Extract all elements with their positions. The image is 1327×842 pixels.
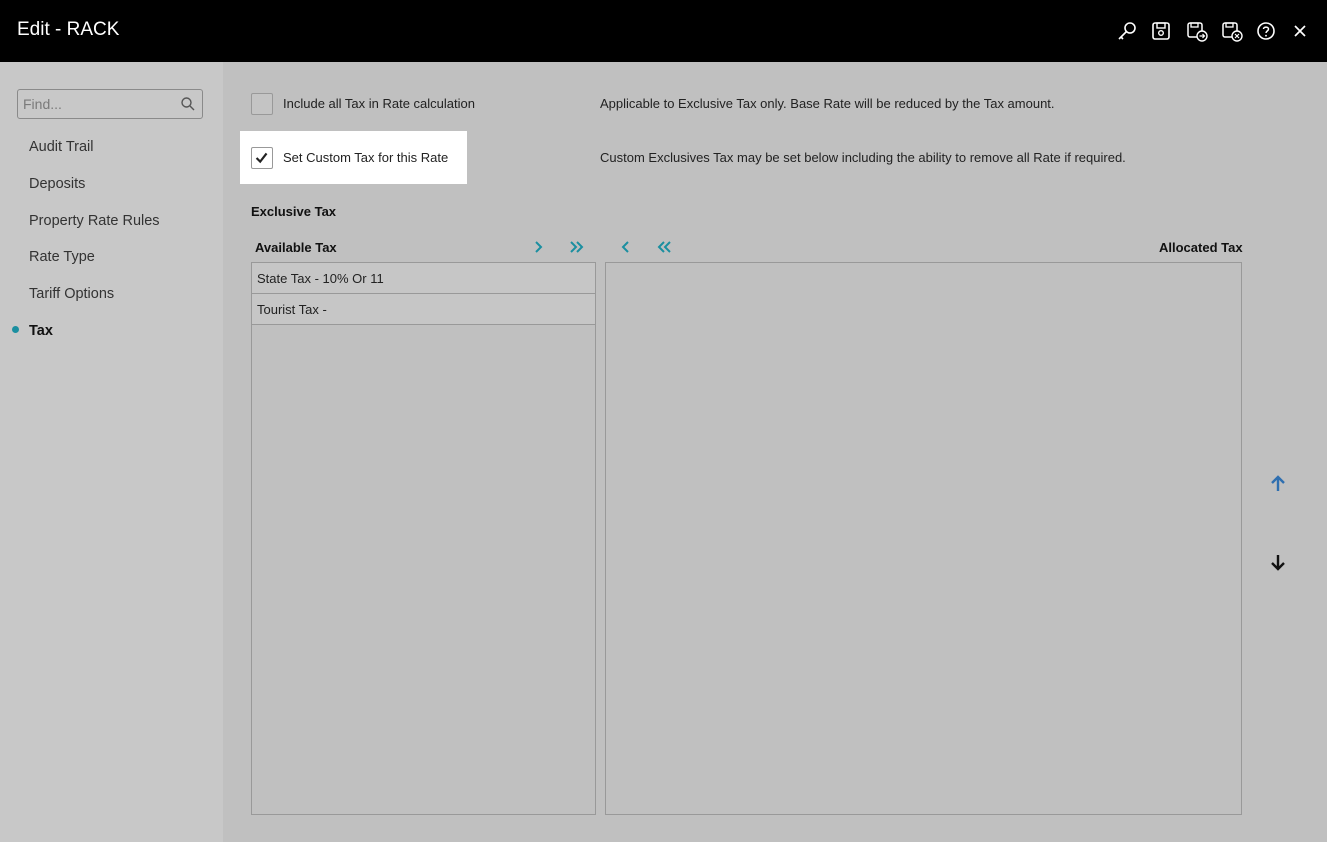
move-down-icon[interactable] [1267,551,1289,573]
move-all-left-icon[interactable] [655,238,673,256]
move-left-icon[interactable] [617,238,635,256]
search-box [17,89,203,119]
list-item[interactable]: Tourist Tax - [252,294,595,325]
exclusive-tax-title: Exclusive Tax [251,204,337,219]
move-right-icon[interactable] [529,238,547,256]
sidebar-item-property-rate-rules[interactable]: Property Rate Rules [29,213,160,229]
available-tax-list[interactable]: State Tax - 10% Or 11 Tourist Tax - [251,262,596,815]
active-indicator-dot [12,326,19,333]
sidebar-item-tariff-options[interactable]: Tariff Options [29,286,114,302]
include-tax-checkbox[interactable] [251,93,273,115]
include-tax-label: Include all Tax in Rate calculation [283,96,475,111]
main-panel: Include all Tax in Rate calculation Appl… [223,62,1327,842]
available-tax-header: Available Tax [255,240,337,255]
include-tax-hint: Applicable to Exclusive Tax only. Base R… [600,96,1055,111]
custom-tax-checkbox[interactable] [251,147,273,169]
sidebar-item-audit-trail[interactable]: Audit Trail [29,139,93,155]
allocated-tax-header: Allocated Tax [1159,240,1243,255]
help-icon[interactable] [1255,20,1277,42]
move-all-right-icon[interactable] [568,238,586,256]
sidebar-item-deposits[interactable]: Deposits [29,176,85,192]
key-icon[interactable] [1116,20,1138,42]
title-bar: Edit - RACK [0,0,1327,62]
search-input[interactable] [23,94,173,114]
search-icon[interactable] [180,96,196,112]
custom-tax-label: Set Custom Tax for this Rate [283,150,449,165]
allocated-tax-list[interactable] [605,262,1242,815]
sidebar: Audit Trail Deposits Property Rate Rules… [0,62,223,842]
save-icon[interactable] [1150,20,1172,42]
close-icon[interactable] [1289,20,1311,42]
save-and-close-icon[interactable] [1221,20,1243,42]
checkmark-icon [255,152,268,164]
save-and-next-icon[interactable] [1186,20,1208,42]
move-up-icon[interactable] [1267,473,1289,495]
custom-tax-hint: Custom Exclusives Tax may be set below i… [600,150,1126,165]
sidebar-item-tax[interactable]: Tax [29,323,53,339]
list-item[interactable]: State Tax - 10% Or 11 [252,263,595,294]
sidebar-item-rate-type[interactable]: Rate Type [29,249,95,265]
window-title: Edit - RACK [17,19,120,40]
